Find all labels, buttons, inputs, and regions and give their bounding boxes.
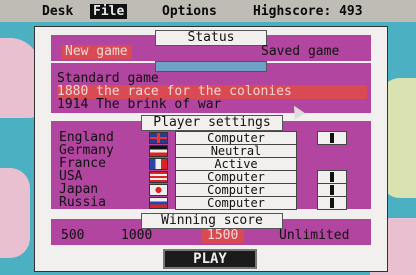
country-russia: Russia [59, 195, 106, 210]
japan-slot[interactable] [317, 183, 347, 197]
player-settings-title: Player settings [141, 115, 283, 131]
usa-slot[interactable] [317, 170, 347, 184]
new-game-option[interactable]: New game [61, 45, 132, 59]
saved-game-option[interactable]: Saved game [261, 45, 339, 59]
menu-options[interactable]: Options [162, 4, 217, 19]
map-landmass [0, 168, 30, 258]
winning-score-title: Winning score [141, 213, 283, 229]
score-option-500[interactable]: 500 [61, 229, 84, 243]
scenario-header [155, 61, 267, 72]
play-button[interactable]: PLAY [163, 249, 257, 269]
menu-file[interactable]: File [90, 4, 128, 19]
score-option-1500[interactable]: 1500 [201, 229, 245, 243]
russia-slot[interactable] [317, 196, 347, 210]
japan-control-field[interactable]: Computer [175, 183, 297, 197]
status-panel: Status New game Saved game [51, 30, 371, 61]
game-screen: Desk File Options Highscore: 493 Status … [0, 0, 416, 275]
status-title: Status [155, 30, 267, 46]
score-option-1000[interactable]: 1000 [121, 229, 152, 243]
uk-flag-icon [149, 132, 168, 144]
menu-bar: Desk File Options Highscore: 493 [0, 0, 416, 22]
scenario-option-1914[interactable]: 1914 The brink of war [57, 98, 221, 112]
winning-score-panel: Winning score 500 1000 1500 Unlimited [51, 213, 371, 245]
japan-flag-icon [149, 184, 168, 196]
germany-flag-icon [149, 145, 168, 157]
russia-control-field[interactable]: Computer [175, 196, 297, 210]
usa-control-field[interactable]: Computer [175, 170, 297, 184]
france-control-field[interactable]: Active [175, 157, 297, 171]
germany-control-field[interactable]: Neutral [175, 144, 297, 158]
england-control-field[interactable]: Computer [175, 131, 297, 145]
player-settings-panel: Player settings England Computer Germany… [51, 115, 371, 210]
france-flag-icon [149, 158, 168, 170]
game-setup-dialog: Status New game Saved game Standard game… [34, 26, 388, 272]
russia-flag-icon [149, 197, 168, 209]
menu-desk[interactable]: Desk [42, 4, 73, 19]
scenario-panel: Standard game 1880 the race for the colo… [51, 61, 371, 113]
menu-highscore[interactable]: Highscore: 493 [253, 4, 363, 19]
england-slot[interactable] [317, 131, 347, 145]
usa-flag-icon [149, 171, 168, 183]
score-option-unlimited[interactable]: Unlimited [279, 229, 349, 243]
